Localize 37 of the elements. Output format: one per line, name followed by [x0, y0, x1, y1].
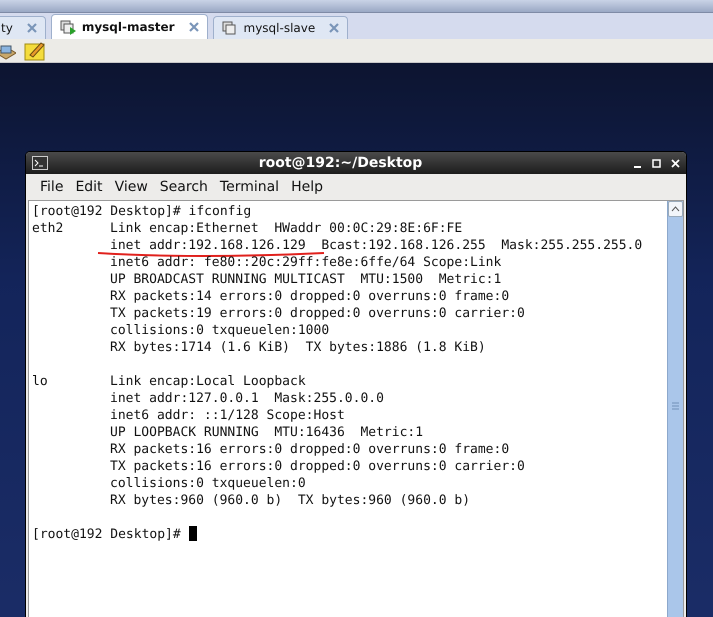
- output-line: RX packets:16 errors:0 dropped:0 overruns:0 frame:0: [110, 441, 510, 458]
- output-line: RX bytes:1714 (1.6 KiB) TX bytes:1886 (1.8 KiB): [110, 339, 486, 356]
- output-line: collisions:0 txqueuelen:0: [110, 475, 306, 492]
- window-title: root@192:~/Desktop: [258, 155, 424, 171]
- prompt-line: [root@192 Desktop]# ifconfig: [32, 203, 252, 220]
- menu-item[interactable]: Edit: [69, 179, 109, 195]
- terminal-icon: [32, 156, 48, 170]
- output-line: collisions:0 txqueuelen:1000: [110, 322, 330, 339]
- output-line: Link encap:Local Loopback: [110, 373, 306, 390]
- menu-item[interactable]: Help: [285, 179, 329, 195]
- output-line: RX bytes:960 (960.0 b) TX bytes:960 (960.0 b): [110, 492, 470, 509]
- output-line: UP LOOPBACK RUNNING MTU:16436 Metric:1: [110, 424, 424, 441]
- output-line: Link encap:Ethernet HWaddr 00:0C:29:8E:6F:FE: [110, 220, 462, 237]
- interface-name: eth2: [32, 220, 64, 237]
- tab[interactable]: mysql-master: [50, 14, 208, 39]
- menu-item[interactable]: View: [108, 179, 154, 195]
- scroll-up-button[interactable]: [668, 201, 683, 217]
- output-line: TX packets:19 errors:0 dropped:0 overruns:0 carrier:0: [110, 305, 525, 322]
- interface-name: lo: [32, 373, 49, 390]
- output-line: RX packets:14 errors:0 dropped:0 overruns:0 frame:0: [110, 288, 510, 305]
- note-pencil-icon[interactable]: [24, 40, 46, 60]
- prompt-line: [root@192 Desktop]#: [32, 526, 182, 543]
- output-line: inet addr:192.168.126.129 Bcast:192.168.126.255 Mask:255.255.255.0: [110, 237, 642, 254]
- maximize-icon[interactable]: [652, 158, 661, 168]
- chevron-up-icon: [671, 206, 680, 212]
- grip-icon: [672, 402, 679, 410]
- output-line: UP BROADCAST RUNNING MULTICAST MTU:1500 Metric:1: [110, 271, 502, 288]
- menu-item[interactable]: Terminal: [214, 179, 286, 195]
- output-line: inet6 addr: fe80::20c:29ff:fe8e:6ffe/64 Scope:Link: [110, 254, 502, 271]
- output-line: inet addr:127.0.0.1 Mask:255.0.0.0: [110, 390, 384, 407]
- menu-item[interactable]: Search: [154, 179, 214, 195]
- output-line: inet6 addr: ::1/128 Scope:Host: [110, 407, 345, 424]
- tab[interactable]: ty: [0, 16, 46, 39]
- tab[interactable]: mysql-slave: [212, 16, 348, 39]
- output-line: TX packets:16 errors:0 dropped:0 overruns:0 carrier:0: [110, 458, 525, 475]
- scrollbar[interactable]: [667, 201, 683, 617]
- menu-item[interactable]: File: [34, 179, 70, 195]
